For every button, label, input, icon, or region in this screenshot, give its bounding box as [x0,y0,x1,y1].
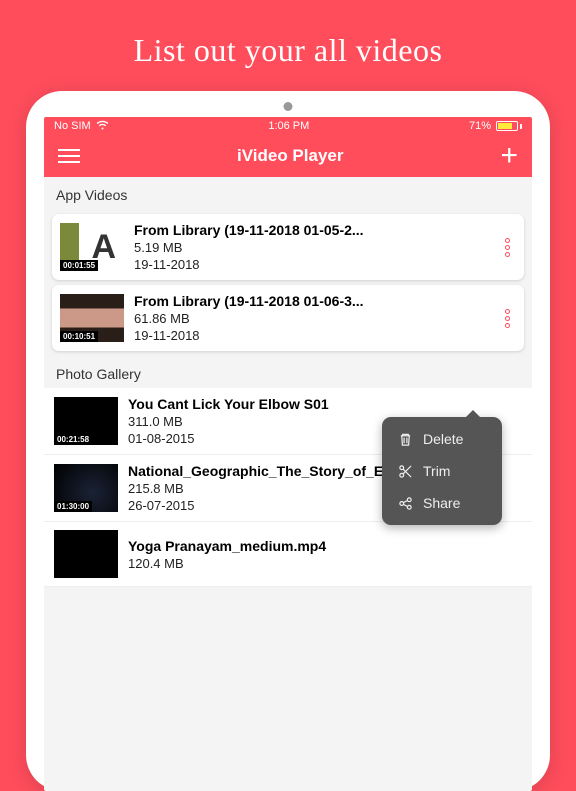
video-date: 19-11-2018 [134,328,499,343]
video-thumbnail: 00:10:51 [60,294,124,342]
more-button[interactable] [499,232,516,263]
video-size: 5.19 MB [134,240,499,255]
duration-badge: 00:21:58 [54,434,92,445]
video-title: From Library (19-11-2018 01-06-3... [134,293,499,309]
nav-bar: iVideo Player + [44,135,532,177]
device-camera [284,102,293,111]
battery-icon [496,121,522,131]
carrier-label: No SIM [54,120,91,132]
nav-title: iVideo Player [237,146,343,166]
trash-icon [396,432,414,447]
promo-headline: List out your all videos [0,0,576,91]
video-size: 120.4 MB [128,556,522,571]
more-button[interactable] [499,303,516,334]
section-header-photo-gallery: Photo Gallery [44,356,532,388]
video-card[interactable]: 00:10:51 From Library (19-11-2018 01-06-… [52,285,524,351]
app-screen: No SIM 1:06 PM 71% iVideo Player + App V [44,117,532,791]
menu-item-label: Delete [423,431,463,447]
duration-badge: 00:01:55 [60,260,98,271]
battery-percent: 71% [469,120,491,132]
menu-button[interactable] [58,149,80,163]
menu-item-delete[interactable]: Delete [382,423,502,455]
menu-item-share[interactable]: Share [382,487,502,519]
video-thumbnail [54,530,118,578]
duration-badge: 01:30:00 [54,501,92,512]
video-date: 19-11-2018 [134,257,499,272]
wifi-icon [96,120,109,133]
video-thumbnail: 00:21:58 [54,397,118,445]
video-size: 61.86 MB [134,311,499,326]
scissors-icon [396,464,414,479]
video-title: Yoga Pranayam_medium.mp4 [128,538,522,554]
video-row[interactable]: Yoga Pranayam_medium.mp4 120.4 MB [44,522,532,587]
share-icon [396,496,414,511]
clock-label: 1:06 PM [268,120,309,132]
video-thumbnail: A 00:01:55 [60,223,124,271]
video-thumbnail: 01:30:00 [54,464,118,512]
section-header-app-videos: App Videos [44,177,532,209]
add-button[interactable]: + [500,141,518,171]
menu-item-label: Trim [423,463,450,479]
context-menu: Delete Trim Share [382,417,502,525]
menu-item-trim[interactable]: Trim [382,455,502,487]
tablet-frame: No SIM 1:06 PM 71% iVideo Player + App V [26,91,550,791]
duration-badge: 00:10:51 [60,331,98,342]
video-title: You Cant Lick Your Elbow S01 [128,396,522,412]
menu-item-label: Share [423,495,460,511]
status-bar: No SIM 1:06 PM 71% [44,117,532,135]
video-card[interactable]: A 00:01:55 From Library (19-11-2018 01-0… [52,214,524,280]
video-title: From Library (19-11-2018 01-05-2... [134,222,499,238]
